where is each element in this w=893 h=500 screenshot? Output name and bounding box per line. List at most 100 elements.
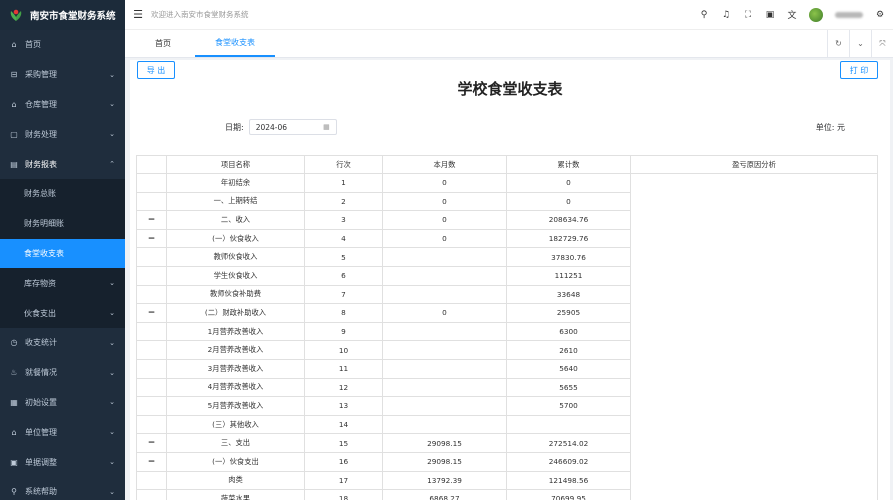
meal-icon: ♨ xyxy=(10,368,18,378)
sidebar-item-label: 伙食支出 xyxy=(24,308,56,318)
table-header: 项目名称 行次 本月数 累计数 盈亏原因分析 xyxy=(136,155,878,174)
fullscreen-icon[interactable]: ⛶ xyxy=(743,10,753,20)
cell-line: 1 xyxy=(304,173,383,193)
cell-total: 272514.02 xyxy=(506,433,631,453)
translate-icon[interactable]: 文 xyxy=(787,8,797,21)
cell-month: 29098.15 xyxy=(382,451,507,472)
cell-name: 5月营养改善收入 xyxy=(166,396,305,416)
unit-label: 单位: 元 xyxy=(815,123,845,132)
lock-icon[interactable]: ▣ xyxy=(765,10,775,20)
sidebar-item-14[interactable]: ▣ 单据调整 ⌄ xyxy=(0,447,125,477)
chevron-down-icon: ⌄ xyxy=(109,309,115,318)
collapse-toggle[interactable]: − xyxy=(136,210,167,230)
tab-canteen-report[interactable]: 食堂收支表 xyxy=(195,30,275,57)
chevron-down-icon: ⌄ xyxy=(109,428,115,437)
cell-month xyxy=(382,321,507,342)
refresh-icon[interactable]: ↻ xyxy=(827,30,849,57)
bell-icon[interactable]: ♫ xyxy=(721,10,731,20)
row-control xyxy=(136,414,167,435)
sidebar-item-10[interactable]: ◷ 收支统计 ⌄ xyxy=(0,328,125,358)
cell-month: 0 xyxy=(382,228,507,249)
sidebar-item-12[interactable]: ▦ 初始设置 ⌄ xyxy=(0,388,125,418)
cell-month: 29098.15 xyxy=(382,433,507,453)
analysis-cell[interactable] xyxy=(630,173,878,500)
sidebar-item-15[interactable]: ⚲ 系统帮助 ⌄ xyxy=(0,477,125,500)
chevron-down-icon: ⌄ xyxy=(109,100,115,109)
cell-month: 6868.27 xyxy=(382,489,507,500)
gear-icon[interactable]: ⚙ xyxy=(875,10,885,20)
welcome-text: 欢迎进入南安市食堂财务系统 xyxy=(151,10,249,19)
sidebar-item-label: 首页 xyxy=(25,40,41,50)
export-button[interactable]: 导 出 xyxy=(137,61,175,79)
sidebar-item-0[interactable]: ⌂ 首页 xyxy=(0,30,125,60)
report-title: 学校食堂收支表 xyxy=(457,80,563,98)
sidebar-item-2[interactable]: ⌂ 仓库管理 ⌄ xyxy=(0,90,125,120)
sidebar-item-9[interactable]: 伙食支出 ⌄ xyxy=(0,298,125,328)
row-control xyxy=(136,489,167,500)
collapse-toggle[interactable]: − xyxy=(136,303,167,323)
cell-total: 246609.02 xyxy=(506,451,631,472)
sidebar-item-13[interactable]: ⌂ 单位管理 ⌄ xyxy=(0,417,125,447)
cell-line: 12 xyxy=(304,377,383,398)
date-picker[interactable]: 2024-06 ▦ xyxy=(248,119,337,135)
cell-total: 5655 xyxy=(506,377,631,398)
collapse-toggle[interactable]: − xyxy=(136,433,167,453)
sidebar-menu: ⌂ 首页 ⊟ 采购管理 ⌄ ⌂ 仓库管理 ⌄ ▢ 财务处理 ⌄ ▤ 财务报表 ⌃ 财务总账 财务明细账 食堂收支… xyxy=(0,30,125,500)
cell-line: 17 xyxy=(304,470,383,491)
sidebar-item-8[interactable]: 库存物资 ⌄ xyxy=(0,268,125,299)
avatar[interactable] xyxy=(809,7,823,22)
cell-month: 0 xyxy=(382,210,507,230)
sidebar-item-label: 财务处理 xyxy=(25,129,57,139)
collapse-toggle[interactable]: − xyxy=(136,228,167,249)
chevron-down-icon: ⌄ xyxy=(109,458,115,467)
date-value: 2024-06 xyxy=(255,122,288,132)
column-header: 本月数 xyxy=(382,155,507,174)
sidebar-item-7[interactable]: 食堂收支表 xyxy=(0,238,125,269)
menu-toggle-icon[interactable]: ☰ xyxy=(125,8,151,21)
chevron-down-icon: ⌄ xyxy=(109,398,115,407)
chevron-down-icon: ⌄ xyxy=(109,338,115,347)
cell-total: 0 xyxy=(506,173,631,193)
collapse-toggle[interactable]: − xyxy=(136,451,167,472)
sidebar-item-label: 单据调整 xyxy=(25,457,57,467)
sidebar-item-3[interactable]: ▢ 财务处理 ⌄ xyxy=(0,119,125,149)
cell-total: 25905 xyxy=(506,303,631,323)
cell-name: 3月营养改善收入 xyxy=(166,358,305,379)
username-blurred[interactable] xyxy=(835,11,863,18)
sidebar-item-label: 财务明细账 xyxy=(24,219,64,229)
cell-name: 4月营养改善收入 xyxy=(166,377,305,398)
cell-total: 5640 xyxy=(506,358,631,379)
cell-name: 2月营养改善收入 xyxy=(166,340,305,360)
logo-icon xyxy=(10,9,22,21)
chevron-down-icon: ⌄ xyxy=(109,279,115,288)
sidebar-item-1[interactable]: ⊟ 采购管理 ⌄ xyxy=(0,60,125,90)
cell-line: 15 xyxy=(304,433,383,453)
cell-name: (一）伙食收入 xyxy=(166,228,305,249)
cell-name: 蔬菜水果 xyxy=(166,489,305,500)
cell-month: 0 xyxy=(382,173,507,193)
cell-month xyxy=(382,377,507,398)
column-header: 行次 xyxy=(304,155,383,174)
sidebar-item-5[interactable]: 财务总账 xyxy=(0,178,125,209)
chevron-down-icon: ⌄ xyxy=(109,130,115,139)
cell-month: 0 xyxy=(382,303,507,323)
cell-name: 肉类 xyxy=(166,470,305,491)
search-icon[interactable]: ⚲ xyxy=(699,10,709,20)
tab-home[interactable]: 首页 xyxy=(125,30,195,57)
sidebar-item-11[interactable]: ♨ 就餐情况 ⌄ xyxy=(0,358,125,388)
row-control xyxy=(136,396,167,416)
chevron-down-icon: ⌄ xyxy=(109,70,115,79)
chevron-down-icon[interactable]: ⌄ xyxy=(849,30,871,57)
expand-icon[interactable]: ⤧ xyxy=(871,30,893,57)
sidebar-item-label: 系统帮助 xyxy=(25,487,57,497)
cell-name: 教师伙食收入 xyxy=(166,247,305,267)
chevron-down-icon: ⌄ xyxy=(109,368,115,377)
print-button[interactable]: 打 印 xyxy=(840,61,878,79)
sidebar-item-6[interactable]: 财务明细账 xyxy=(0,208,125,239)
report-table: 项目名称 行次 本月数 累计数 盈亏原因分析 年初结余 1 0 0 一、上期转结 2 0 0− 二、收入… xyxy=(136,155,878,500)
cell-total: 6300 xyxy=(506,321,631,342)
row-control xyxy=(136,340,167,360)
cell-month xyxy=(382,358,507,379)
sidebar-item-4[interactable]: ▤ 财务报表 ⌃ xyxy=(0,149,125,179)
help-icon: ⚲ xyxy=(11,487,17,497)
